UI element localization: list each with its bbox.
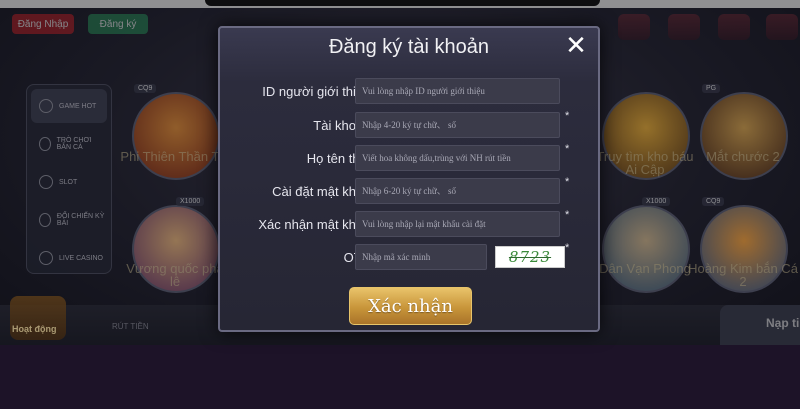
password-input[interactable] [355, 178, 560, 204]
otp-input[interactable] [355, 244, 487, 270]
referral-id-input[interactable] [355, 78, 560, 104]
confirm-button[interactable]: Xác nhận [349, 287, 472, 325]
required-mark: * [565, 143, 570, 155]
required-mark: * [565, 209, 570, 221]
required-mark: * [565, 242, 570, 254]
full-name-input[interactable] [355, 145, 560, 171]
required-mark: * [565, 110, 570, 122]
account-row: Tài khoản: * [220, 110, 600, 140]
close-icon[interactable]: ✕ [564, 32, 588, 58]
otp-row: OTP: 8723 * [220, 242, 600, 272]
full-name-row: Họ tên thật: * [220, 143, 600, 173]
modal-title: Đăng ký tài khoản [328, 36, 490, 58]
confirm-password-input[interactable] [355, 211, 560, 237]
confirm-password-row: Xác nhận mật khẩu: * [220, 209, 600, 239]
bottom-bar [0, 345, 800, 409]
captcha-image[interactable]: 8723 [495, 246, 565, 268]
password-row: Cài đặt mật khẩu: * [220, 176, 600, 206]
account-input[interactable] [355, 112, 560, 138]
referral-id-row: ID người giới thiệu: [220, 78, 600, 106]
required-mark: * [565, 176, 570, 188]
register-modal: Đăng ký tài khoản ✕ ID người giới thiệu:… [218, 26, 600, 332]
